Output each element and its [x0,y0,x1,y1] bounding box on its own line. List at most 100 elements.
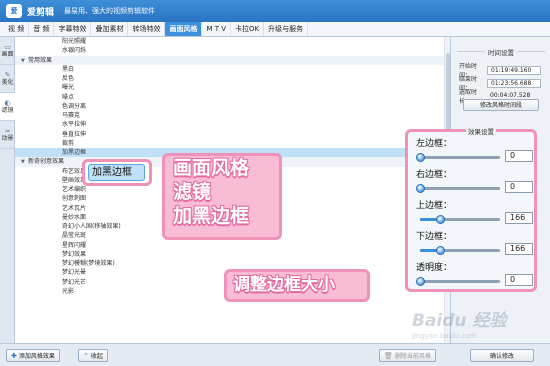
effect-label: 水平拉伸 [62,121,87,129]
slider-track[interactable] [416,277,500,286]
param-label-1: 右边框： [416,170,453,180]
effect-item[interactable]: 反色 [15,74,450,83]
param-slider-2[interactable] [408,214,508,226]
time-settings-title: 时间设置 [451,47,550,57]
title-bar: 爱 爱剪辑 最易用、强大的视频剪辑软件 [0,0,550,22]
effect-label: 晶莹光斑 [62,232,87,240]
param-slider-1[interactable] [408,183,508,195]
side-tab-icon: ✎ [4,70,11,79]
effect-label: 艺术瓦片 [62,204,87,212]
side-tab-label: 滤镜 [1,106,14,114]
menu-tab-4[interactable]: 转场特效 [128,22,166,36]
callout-line-border: 加黑边框 [173,205,250,227]
confirm-edit-button[interactable]: 确认修改 [470,349,534,362]
slider-track[interactable] [420,246,500,255]
effect-label: 加黑边框 [62,149,87,156]
effect-item[interactable]: 噪点 [15,93,450,102]
side-tab-icon: ≈ [4,126,11,135]
side-tab-icon: ◐ [4,98,11,107]
param-slider-3[interactable] [408,245,508,257]
effect-category[interactable]: ▼ 常用效果 [15,55,450,66]
effect-label: 常用效果 [28,56,53,64]
effect-item[interactable]: 阳光照耀 [15,37,450,46]
effect-item[interactable]: 曝光 [15,83,450,92]
param-value-input-0[interactable]: 0 [505,150,533,162]
app-title: 爱剪辑 [27,7,55,18]
trash-icon: 🗑 [384,351,393,360]
effect-label: 曼妙水面 [62,213,87,221]
delete-style-label: 删除当前风格 [394,353,431,360]
slider-knob[interactable] [416,277,425,286]
param-value-input-4[interactable]: 0 [505,274,533,286]
collapse-button[interactable]: ⌃ 收起 [78,349,108,362]
param-value-input-2[interactable]: 166 [505,212,533,224]
effect-label: 垂直拉伸 [62,130,87,138]
param-slider-4[interactable] [408,276,508,288]
slider-knob[interactable] [436,215,445,224]
slider-track[interactable] [416,153,500,162]
baidu-watermark: Baidu 经验 jingyan.baidu.com [412,306,544,346]
param-label-2: 上边框： [416,201,453,211]
adjust-border-callout: 调整边框大小 [224,269,370,302]
effect-label: 梦幻光晕 [62,269,87,277]
effect-label: 光影 [62,287,75,295]
menu-tab-2[interactable]: 字幕特效 [54,22,92,36]
effect-label: 阳光照耀 [62,38,87,45]
effect-label: 马赛克 [62,112,81,119]
add-style-effect-label: 添加风格效果 [18,353,55,360]
main-menu-tabs: 视 频音 频字幕特效 叠加素材 转场特效 画面风格 M T V 卡拉OK 升级与服务 [0,22,550,37]
slider-knob[interactable] [416,184,425,193]
menu-tab-7[interactable]: 卡拉OK [231,22,265,36]
side-tab-2[interactable]: ◐ 滤镜 [0,93,15,121]
effect-label: 梦幻效果 [62,250,87,258]
effect-item[interactable]: 黑白 [15,65,450,74]
param-value-input-1[interactable]: 0 [505,181,533,193]
side-tab-1[interactable]: ✎ 美化 [0,65,15,93]
param-value-input-3[interactable]: 166 [505,243,533,255]
menu-tab-6[interactable]: M T V [202,22,232,36]
menu-tab-1[interactable]: 音 频 [29,22,55,36]
effect-label: 裁剪 [62,139,75,147]
effect-item[interactable]: 水银闪烁 [15,46,450,55]
side-tab-label: 美化 [1,78,14,86]
menu-tab-3[interactable]: 叠加素材 [91,22,129,36]
expand-icon[interactable]: ▼ [21,57,28,66]
menu-tab-8[interactable]: 升级与服务 [264,22,309,36]
menu-tab-0[interactable]: 视 频 [4,22,30,36]
param-label-3: 下边框： [416,232,453,242]
effect-label: 色调分离 [62,102,87,110]
callout-line-style: 画面风格 [173,157,250,179]
edit-style-timespan-button[interactable]: 修改风格时间段 [463,99,539,111]
collapse-label: 收起 [90,353,103,360]
effect-label: 新奇创意效果 [28,158,65,166]
effect-label: 曝光 [62,84,75,92]
effect-item[interactable]: 色调分离 [15,102,450,111]
slider-knob[interactable] [436,246,445,255]
effect-item[interactable]: 裁剪 [15,139,450,148]
slider-track[interactable] [420,215,500,224]
effect-item[interactable]: 星辉闪耀 [15,241,450,250]
effect-item[interactable]: 马赛克 [15,111,450,120]
app-slogan: 最易用、强大的视频剪辑软件 [64,7,156,15]
effect-label: 黑白 [62,65,75,73]
slider-track[interactable] [416,184,500,193]
effect-label: 艺术编织 [62,186,87,193]
menu-tab-5[interactable]: 画面风格 [165,22,203,36]
side-tab-3[interactable]: ≈ 动景 [0,121,15,149]
effect-settings-title: 效果设置 [466,126,496,136]
effect-label: 创意刺图 [62,195,87,203]
effect-label: 梦幻光芒 [62,278,87,286]
selected-effect-callout-label: 加黑边框 [88,164,145,181]
slider-knob[interactable] [416,153,425,162]
effect-label: 噪点 [62,93,75,101]
delete-style-button[interactable]: 🗑 删除当前风格 [379,349,436,362]
effect-item[interactable]: 垂直拉伸 [15,130,450,139]
effect-settings-box: 效果设置 左边框： 0 右边框： 0 上边框： 166 下边框： 166 透明度： 0 [405,126,537,292]
expand-icon[interactable]: ▼ [21,158,28,167]
effect-item[interactable]: 梦幻模糊(梦境效果) [15,259,450,268]
side-tab-0[interactable]: ▭ 画面 [0,37,15,65]
add-style-effect-button[interactable]: ✚ 添加风格效果 [6,349,60,362]
effect-item[interactable]: 梦幻效果 [15,250,450,259]
effect-item[interactable]: 水平拉伸 [15,120,450,129]
param-slider-0[interactable] [408,152,508,164]
